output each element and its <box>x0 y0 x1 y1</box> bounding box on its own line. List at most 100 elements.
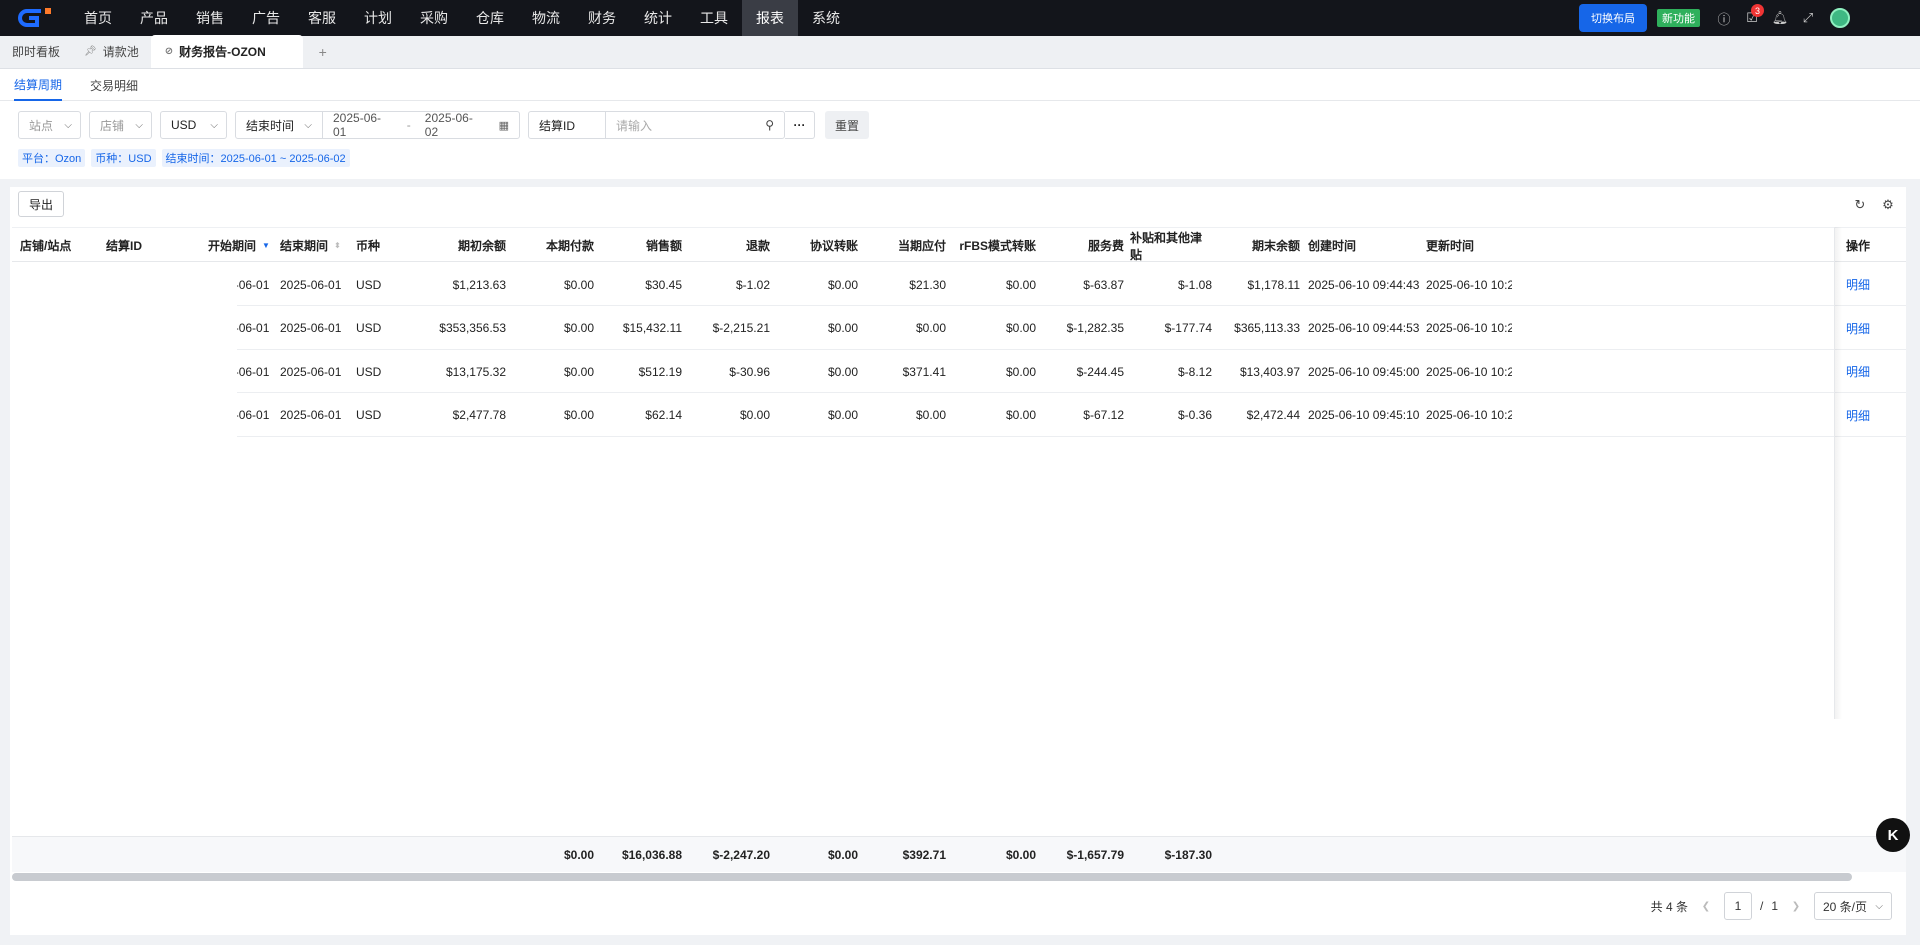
nav-item-10[interactable]: 统计 <box>630 0 686 36</box>
tab-payment-pool[interactable]: 📌︎ 请款池 <box>72 35 151 68</box>
shop-select[interactable]: 店铺 ⌵ <box>89 111 152 139</box>
total-pages: 1 <box>1771 899 1778 913</box>
table-cell: $-63.87 <box>1083 277 1124 292</box>
page-number-input[interactable]: 1 <box>1723 892 1752 920</box>
nav-item-3[interactable]: 广告 <box>238 0 294 36</box>
sort-icon[interactable]: ▼ <box>262 241 270 250</box>
new-feature-badge[interactable]: 新功能 <box>1657 9 1700 27</box>
detail-link[interactable]: 明细 <box>1846 307 1886 350</box>
nav-item-13[interactable]: 系统 <box>798 0 854 36</box>
export-button[interactable]: 导出 <box>18 191 65 217</box>
table-panel: 导出 ↻ ⚙ 店铺/站点 结算ID 开始期间 ▼ 结束期间 ⬍ 币种 期初余额 本期付款 销售额 退… <box>10 187 1906 935</box>
table-cell: $-30.96 <box>729 364 770 379</box>
more-filters-button[interactable]: ··· <box>785 111 815 139</box>
reset-button[interactable]: 重置 <box>825 111 870 139</box>
table-row: 2025-06-01 2025-06-01 USD $13,175.32 $0.00 $5… <box>12 350 1906 393</box>
pin-icon[interactable]: 📌︎ <box>84 46 97 57</box>
page-size-select[interactable]: 20 条/页 ⌵ <box>1814 892 1892 920</box>
fullscreen-icon[interactable]: ⤢ <box>1794 0 1822 36</box>
table-cell: $0.00 <box>563 364 594 379</box>
column-header-9[interactable]: 协议转账 <box>780 228 858 263</box>
column-header-13[interactable]: 补贴和其他津贴 <box>1130 228 1212 263</box>
subtab-transaction-detail[interactable]: 交易明细 <box>90 69 138 101</box>
column-header-10[interactable]: 当期应付 <box>868 228 946 263</box>
column-header-12[interactable]: 服务费 <box>1042 228 1124 263</box>
gear-icon[interactable]: ⚙ <box>1878 195 1898 215</box>
task-icon[interactable]: ☑ 3 <box>1738 0 1766 36</box>
site-select[interactable]: 站点 ⌵ <box>18 111 81 139</box>
nav-item-5[interactable]: 计划 <box>350 0 406 36</box>
column-header-16[interactable]: 更新时间 <box>1426 228 1512 263</box>
table-cell: $0.00 <box>563 277 594 292</box>
summary-cell: $-187.30 <box>1164 848 1212 862</box>
subtab-settlement-period[interactable]: 结算周期 <box>14 69 63 101</box>
detail-link[interactable]: 明细 <box>1846 394 1886 437</box>
settlement-id-filter: 结算ID 请输入 ⚲ <box>528 111 785 139</box>
column-header-5[interactable]: 期初余额 <box>428 228 506 263</box>
table-header: 店铺/站点 结算ID 开始期间 ▼ 结束期间 ⬍ 币种 期初余额 本期付款 销售额 退款 协议转账 当期… <box>12 227 1906 262</box>
floating-assistant-button[interactable]: K <box>1876 818 1910 852</box>
nav-item-4[interactable]: 客服 <box>294 0 350 36</box>
avatar[interactable] <box>1830 8 1850 28</box>
table-cell: 2025-06-10 09:45:10 <box>1308 408 1420 422</box>
bell-icon[interactable]: 🔔︎ <box>1766 0 1794 36</box>
column-header-17[interactable]: 操作 <box>1846 228 1886 263</box>
chevron-down-icon: ⌵ <box>135 119 143 131</box>
summary-cell: $16,036.88 <box>621 848 682 862</box>
pin-icon[interactable]: ⊘ <box>165 46 173 57</box>
logo-icon <box>18 8 51 27</box>
nav-item-8[interactable]: 物流 <box>518 0 574 36</box>
column-header-6[interactable]: 本期付款 <box>512 228 594 263</box>
column-header-14[interactable]: 期末余额 <box>1218 228 1300 263</box>
table-cell: $0.00 <box>1005 408 1036 422</box>
column-header-15[interactable]: 创建时间 <box>1308 228 1422 263</box>
nav-item-9[interactable]: 财务 <box>574 0 630 36</box>
sort-icon[interactable]: ⬍ <box>334 241 341 250</box>
time-type-select[interactable]: 结束时间 ⌵ <box>236 112 322 138</box>
table-cell: $0.00 <box>563 321 594 335</box>
time-type-value: 结束时间 <box>246 118 295 133</box>
currency-select[interactable]: USD ⌵ <box>160 111 227 139</box>
column-header-3[interactable]: 结束期间 ⬍ <box>280 228 356 263</box>
id-type-select[interactable]: 结算ID <box>529 112 605 138</box>
nav-item-0[interactable]: 首页 <box>70 0 126 36</box>
table-cell: 2025-06-10 10:2 <box>1426 277 1512 292</box>
detail-link[interactable]: 明细 <box>1846 350 1886 393</box>
next-page-icon[interactable]: ❯ <box>1786 901 1806 912</box>
tab-label: 请款池 <box>102 45 139 59</box>
detail-link[interactable]: 明细 <box>1846 263 1886 306</box>
tab-dashboard[interactable]: 即时看板 <box>0 35 72 68</box>
column-header-8[interactable]: 退款 <box>692 228 770 263</box>
table-cell: 2025-06-01 <box>280 364 342 379</box>
table-cell: $0.00 <box>1005 321 1036 335</box>
prev-page-icon[interactable]: ❮ <box>1696 901 1716 912</box>
switch-layout-button[interactable]: 切换布局 <box>1579 4 1647 32</box>
settlement-id-input[interactable]: 请输入 ⚲ <box>606 112 784 138</box>
app-logo[interactable] <box>0 0 70 36</box>
table-cell: $30.45 <box>645 277 682 292</box>
column-header-11[interactable]: rFBS模式转账 <box>956 228 1036 263</box>
add-tab-button[interactable]: + <box>303 35 343 68</box>
nav-item-1[interactable]: 产品 <box>126 0 182 36</box>
nav-item-12[interactable]: 报表 <box>742 0 798 36</box>
table-cell: 2025-06-10 09:44:43 <box>1308 277 1420 292</box>
nav-item-7[interactable]: 仓库 <box>462 0 518 36</box>
column-header-label: 退款 <box>745 239 770 253</box>
column-header-2[interactable]: 开始期间 ▼ <box>208 228 280 263</box>
horizontal-scrollbar[interactable] <box>12 873 1852 881</box>
refresh-icon[interactable]: ↻ <box>1850 195 1870 215</box>
total-count: 共 4 条 <box>1650 899 1688 914</box>
nav-item-6[interactable]: 采购 <box>406 0 462 36</box>
tab-finance-report[interactable]: ⊘ 财务报告-OZON <box>150 35 303 68</box>
help-icon[interactable]: ⓘ <box>1710 0 1738 36</box>
column-header-1[interactable]: 结算ID <box>106 228 202 263</box>
pagination: 共 4 条 ❮ 1 / 1 ❯ 20 条/页 ⌵ <box>1651 892 1892 920</box>
column-header-0[interactable]: 店铺/站点 <box>20 228 106 263</box>
date-range-picker[interactable]: 2025-06-01 - 2025-06-02 ▦ <box>323 111 519 139</box>
column-header-4[interactable]: 币种 <box>356 228 428 263</box>
column-header-7[interactable]: 销售额 <box>604 228 682 263</box>
search-icon[interactable]: ⚲ <box>765 118 774 132</box>
nav-item-2[interactable]: 销售 <box>182 0 238 36</box>
main-menu: 首页 产品 销售 广告 客服 计划 采购 仓库 物流 财务 统计 工具 报表 系统 <box>70 0 854 36</box>
nav-item-11[interactable]: 工具 <box>686 0 742 36</box>
